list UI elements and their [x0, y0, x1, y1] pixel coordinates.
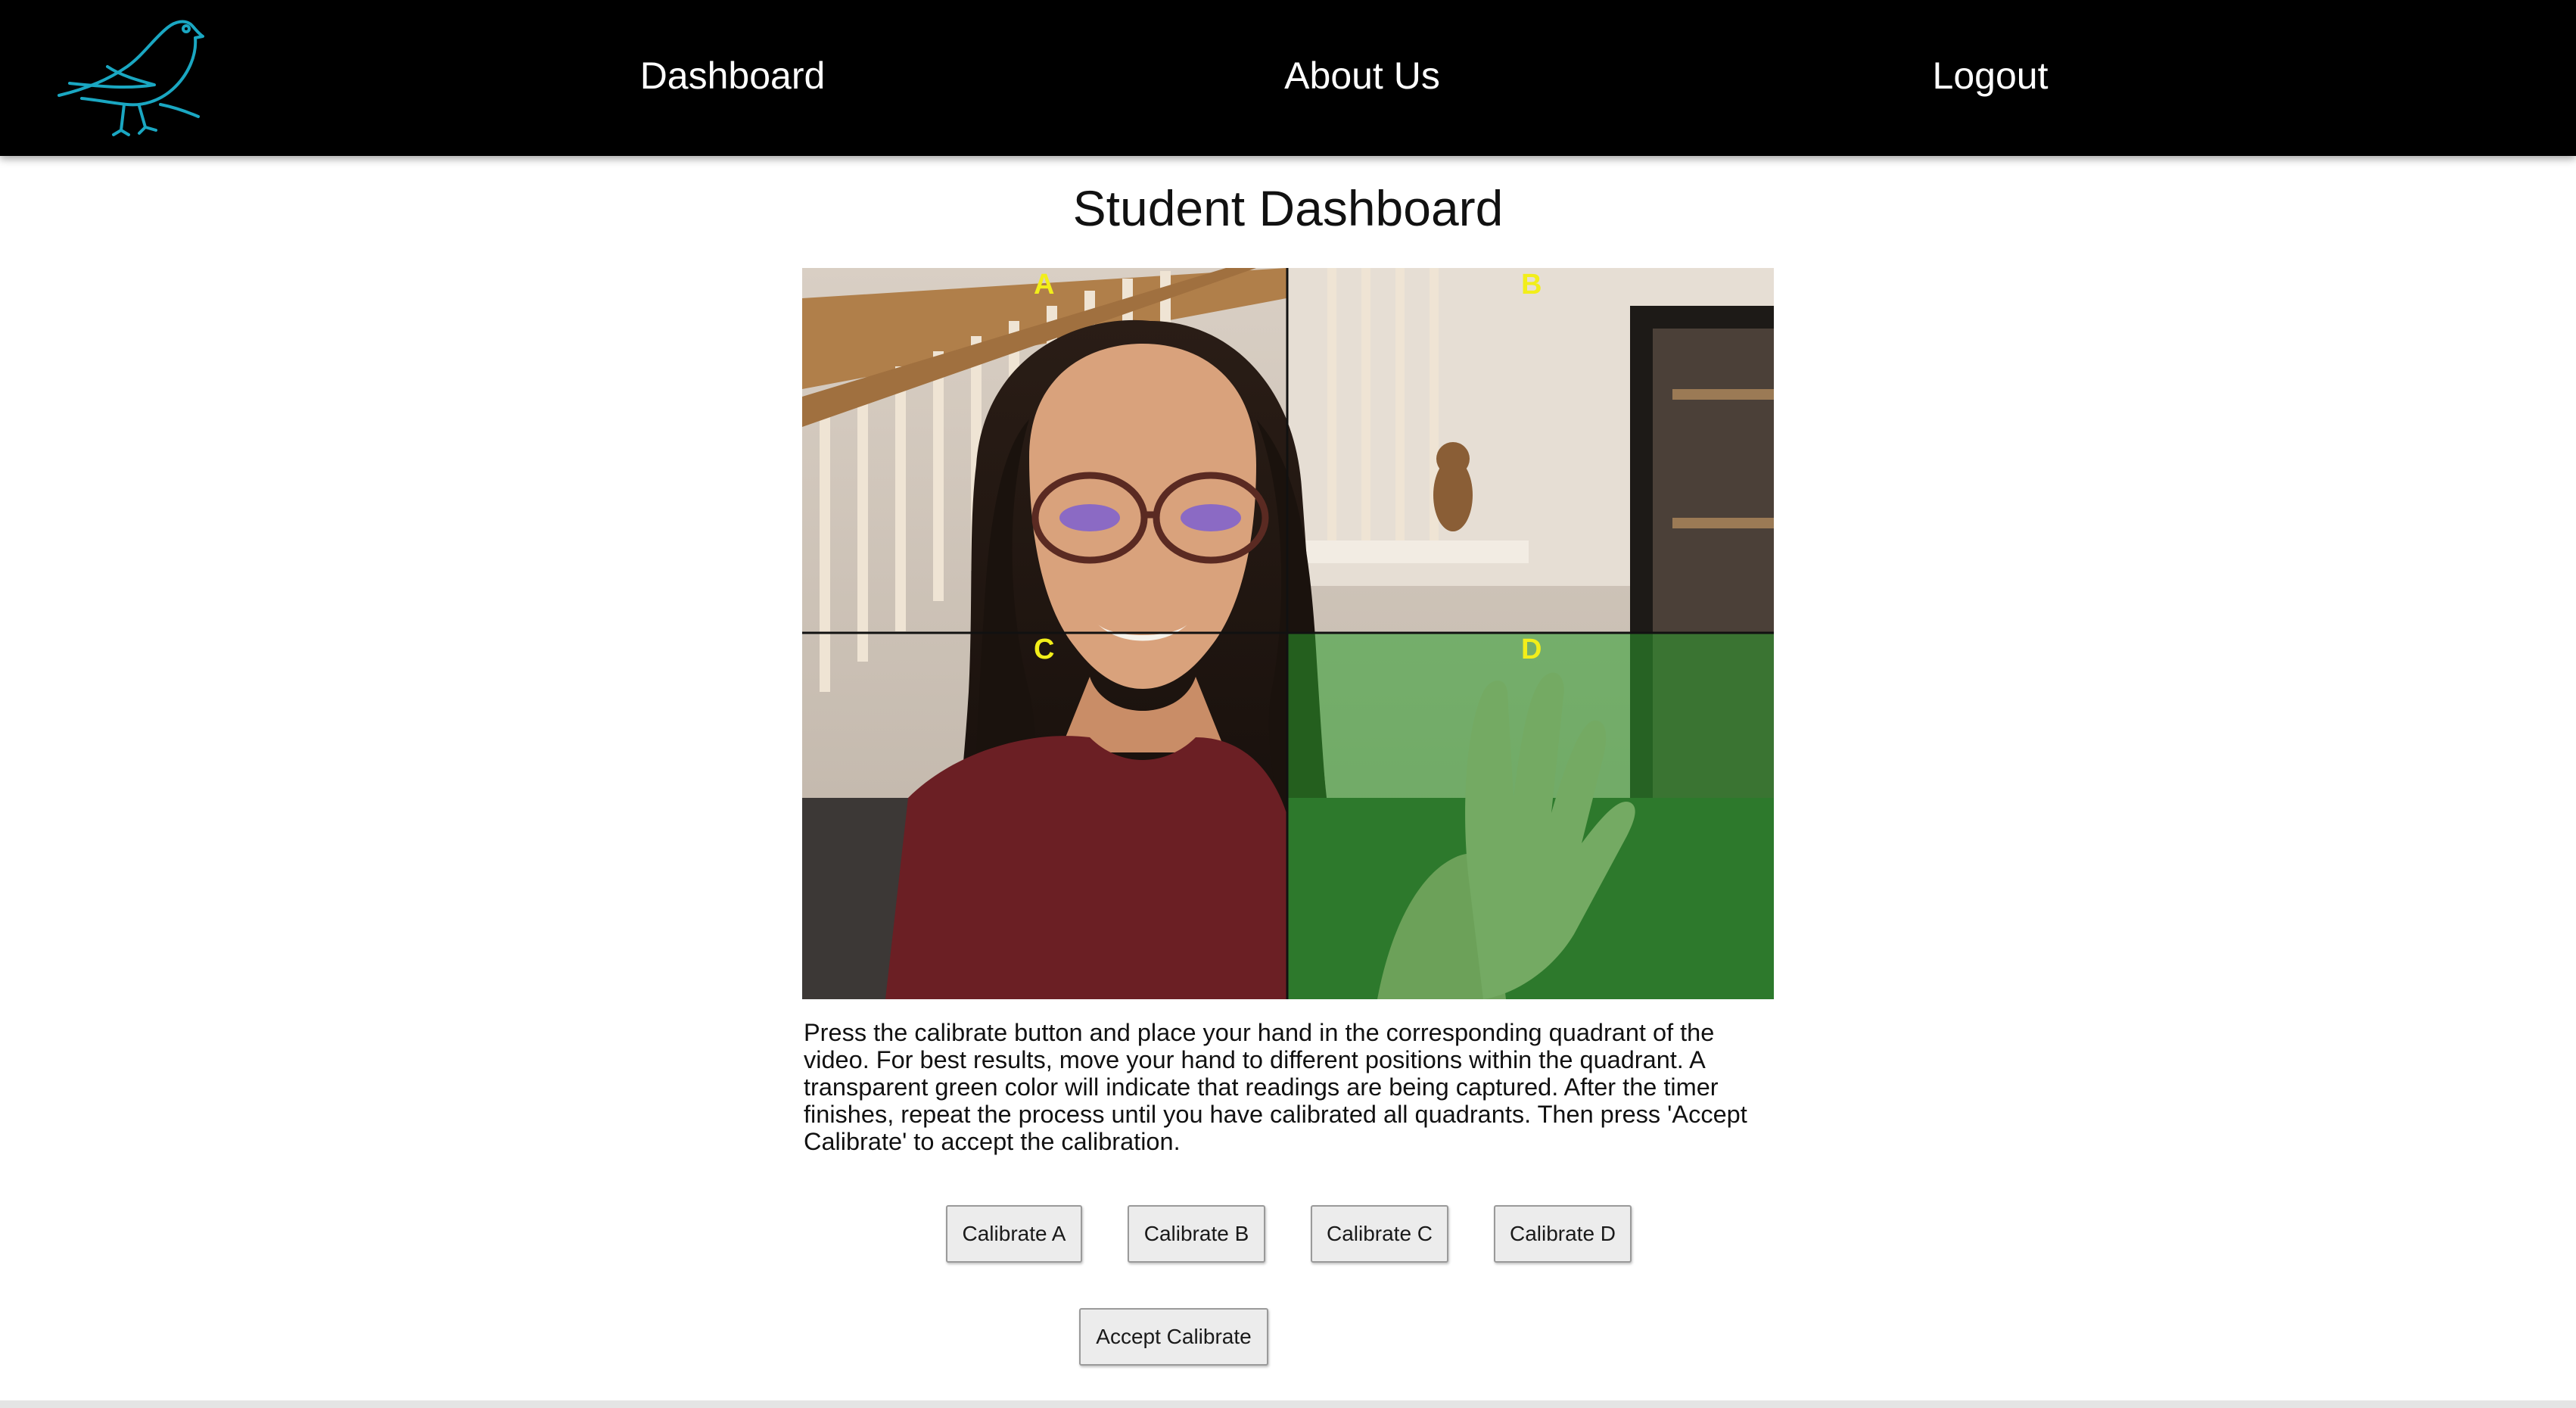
- video-scene: [802, 268, 1774, 999]
- webcam-video-feed: A B C D: [802, 268, 1774, 999]
- accept-calibrate-button[interactable]: Accept Calibrate: [1079, 1308, 1268, 1366]
- calibrate-b-button[interactable]: Calibrate B: [1128, 1205, 1265, 1263]
- calibrate-a-button[interactable]: Calibrate A: [946, 1205, 1082, 1263]
- quadrant-label-c: C: [1034, 634, 1055, 665]
- calibrate-d-button[interactable]: Calibrate D: [1494, 1205, 1632, 1263]
- nav-link-logout[interactable]: Logout: [1869, 48, 2111, 103]
- quadrant-label-a: A: [1034, 269, 1055, 301]
- bird-logo-icon[interactable]: [54, 11, 213, 138]
- calibration-instructions: Press the calibrate button and place you…: [804, 1019, 1747, 1155]
- page-footer-divider: [0, 1400, 2576, 1408]
- calibrate-c-button[interactable]: Calibrate C: [1311, 1205, 1448, 1263]
- page-title: Student Dashboard: [1072, 180, 1504, 236]
- nav-link-dashboard[interactable]: Dashboard: [611, 48, 854, 103]
- quadrant-d-highlight: [1288, 634, 1774, 999]
- top-navbar: Dashboard About Us Logout: [0, 0, 2576, 156]
- quadrant-label-b: B: [1521, 269, 1542, 301]
- quadrant-label-d: D: [1521, 634, 1542, 665]
- nav-link-about-us[interactable]: About Us: [1241, 48, 1483, 103]
